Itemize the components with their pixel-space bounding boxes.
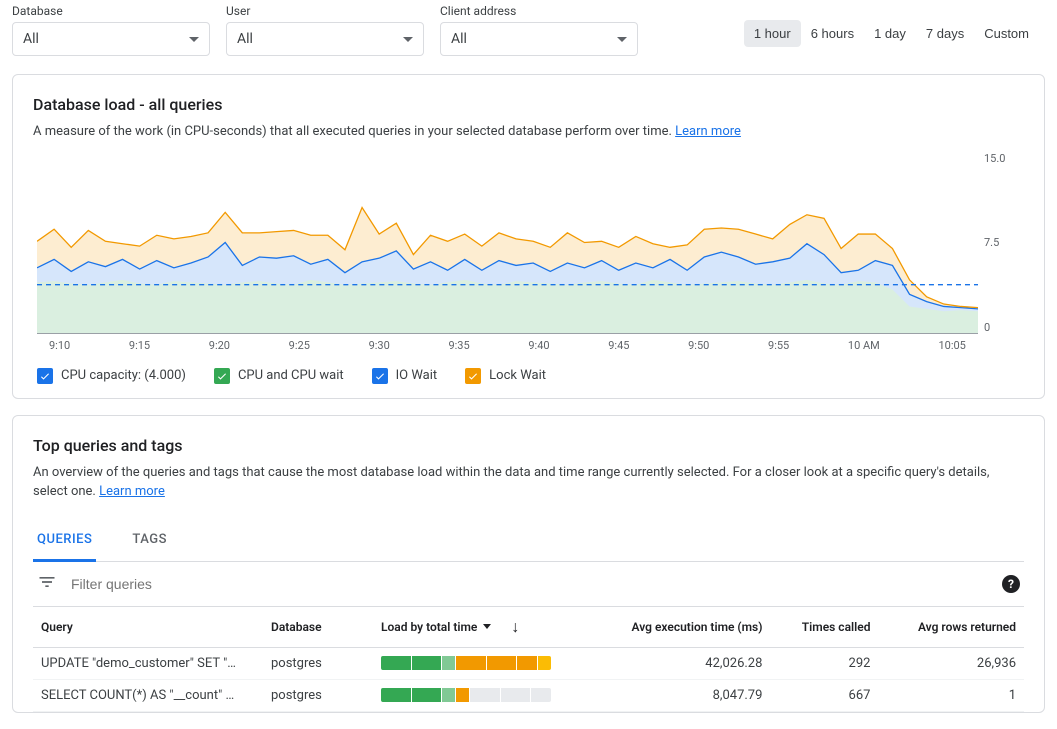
- x-tick: 9:10: [49, 339, 70, 352]
- filter-row: ?: [33, 562, 1024, 607]
- y-axis: 15.0 7.5 0: [984, 152, 1024, 334]
- time-range-selector: 1 hour6 hours1 day7 daysCustom: [744, 4, 1045, 47]
- caret-down-icon: [617, 37, 627, 42]
- database-load-card: Database load - all queries A measure of…: [12, 74, 1045, 399]
- query-tabs: QUERIES TAGS: [33, 520, 1024, 562]
- legend-item[interactable]: IO Wait: [372, 368, 438, 384]
- legend-item[interactable]: CPU and CPU wait: [214, 368, 344, 384]
- load-bar: [381, 688, 551, 702]
- y-tick: 15.0: [984, 152, 1005, 165]
- time-range-6-hours[interactable]: 6 hours: [801, 20, 864, 47]
- legend-checkbox-icon: [372, 368, 388, 384]
- learn-more-link[interactable]: Learn more: [99, 484, 165, 499]
- plot-area[interactable]: [37, 152, 978, 334]
- legend-label: IO Wait: [396, 368, 438, 383]
- col-database[interactable]: Database: [263, 607, 373, 648]
- database-select[interactable]: All: [12, 22, 210, 56]
- queries-card-desc: An overview of the queries and tags that…: [33, 463, 1024, 502]
- tab-tags[interactable]: TAGS: [128, 520, 171, 561]
- learn-more-link[interactable]: Learn more: [675, 124, 741, 139]
- table-row[interactable]: UPDATE "demo_customer" SET "…postgres42,…: [33, 647, 1024, 679]
- x-tick: 9:40: [528, 339, 549, 352]
- load-card-title: Database load - all queries: [33, 95, 1024, 114]
- x-tick: 10:05: [938, 339, 965, 352]
- sort-caret-icon: [483, 624, 491, 629]
- client-address-filter: Client address All: [440, 4, 638, 56]
- col-load[interactable]: Load by total time ↓: [373, 607, 583, 648]
- caret-down-icon: [403, 37, 413, 42]
- col-avg-exec[interactable]: Avg execution time (ms): [583, 607, 770, 648]
- user-filter: User All: [226, 4, 424, 56]
- time-range-1-hour[interactable]: 1 hour: [744, 20, 801, 47]
- arrow-down-icon: ↓: [511, 617, 519, 637]
- queries-table: Query Database Load by total time ↓ Avg …: [33, 607, 1024, 712]
- legend-label: Lock Wait: [489, 368, 546, 383]
- col-avg-rows[interactable]: Avg rows returned: [878, 607, 1024, 648]
- x-tick: 9:35: [448, 339, 469, 352]
- top-controls: Database All User All Client address All…: [0, 0, 1057, 66]
- time-range-custom[interactable]: Custom: [974, 20, 1045, 47]
- x-tick: 9:25: [289, 339, 310, 352]
- col-times-called[interactable]: Times called: [770, 607, 878, 648]
- load-chart: 15.0 7.5 0 9:10 9:15 9:20 9:25 9:30 9:35 9:40 9:4…: [33, 152, 1024, 352]
- queries-card-title: Top queries and tags: [33, 436, 1024, 455]
- x-tick: 9:30: [369, 339, 390, 352]
- load-bar: [381, 656, 551, 670]
- database-filter: Database All: [12, 4, 210, 56]
- time-range-7-days[interactable]: 7 days: [916, 20, 974, 47]
- database-select-value: All: [23, 31, 39, 47]
- legend-checkbox-icon: [465, 368, 481, 384]
- database-filter-label: Database: [12, 4, 210, 18]
- legend-label: CPU capacity: (4.000): [61, 368, 186, 383]
- caret-down-icon: [189, 37, 199, 42]
- top-queries-card: Top queries and tags An overview of the …: [12, 415, 1045, 713]
- table-row[interactable]: SELECT COUNT(*) AS "__count" …postgres8,…: [33, 679, 1024, 711]
- legend-label: CPU and CPU wait: [238, 368, 344, 383]
- x-tick: 9:55: [768, 339, 789, 352]
- load-card-desc: A measure of the work (in CPU-seconds) t…: [33, 122, 1024, 142]
- time-range-1-day[interactable]: 1 day: [864, 20, 916, 47]
- user-select[interactable]: All: [226, 22, 424, 56]
- user-select-value: All: [237, 31, 253, 47]
- x-tick: 10 AM: [848, 339, 880, 352]
- tab-queries[interactable]: QUERIES: [33, 520, 96, 562]
- help-icon[interactable]: ?: [1002, 575, 1020, 593]
- y-tick: 0: [984, 321, 990, 334]
- client-address-filter-label: Client address: [440, 4, 638, 18]
- legend-item[interactable]: Lock Wait: [465, 368, 546, 384]
- x-axis: 9:10 9:15 9:20 9:25 9:30 9:35 9:40 9:45 9:50 9:55…: [37, 339, 978, 352]
- user-filter-label: User: [226, 4, 424, 18]
- col-query[interactable]: Query: [33, 607, 263, 648]
- legend-checkbox-icon: [37, 368, 53, 384]
- filter-input[interactable]: [71, 576, 988, 592]
- x-tick: 9:45: [608, 339, 629, 352]
- filter-icon[interactable]: [37, 572, 57, 596]
- x-tick: 9:20: [209, 339, 230, 352]
- y-tick: 7.5: [984, 236, 999, 249]
- x-tick: 9:50: [688, 339, 709, 352]
- legend: CPU capacity: (4.000) CPU and CPU wait IO …: [33, 368, 1024, 384]
- legend-item[interactable]: CPU capacity: (4.000): [37, 368, 186, 384]
- legend-checkbox-icon: [214, 368, 230, 384]
- x-tick: 9:15: [129, 339, 150, 352]
- client-address-select-value: All: [451, 31, 467, 47]
- client-address-select[interactable]: All: [440, 22, 638, 56]
